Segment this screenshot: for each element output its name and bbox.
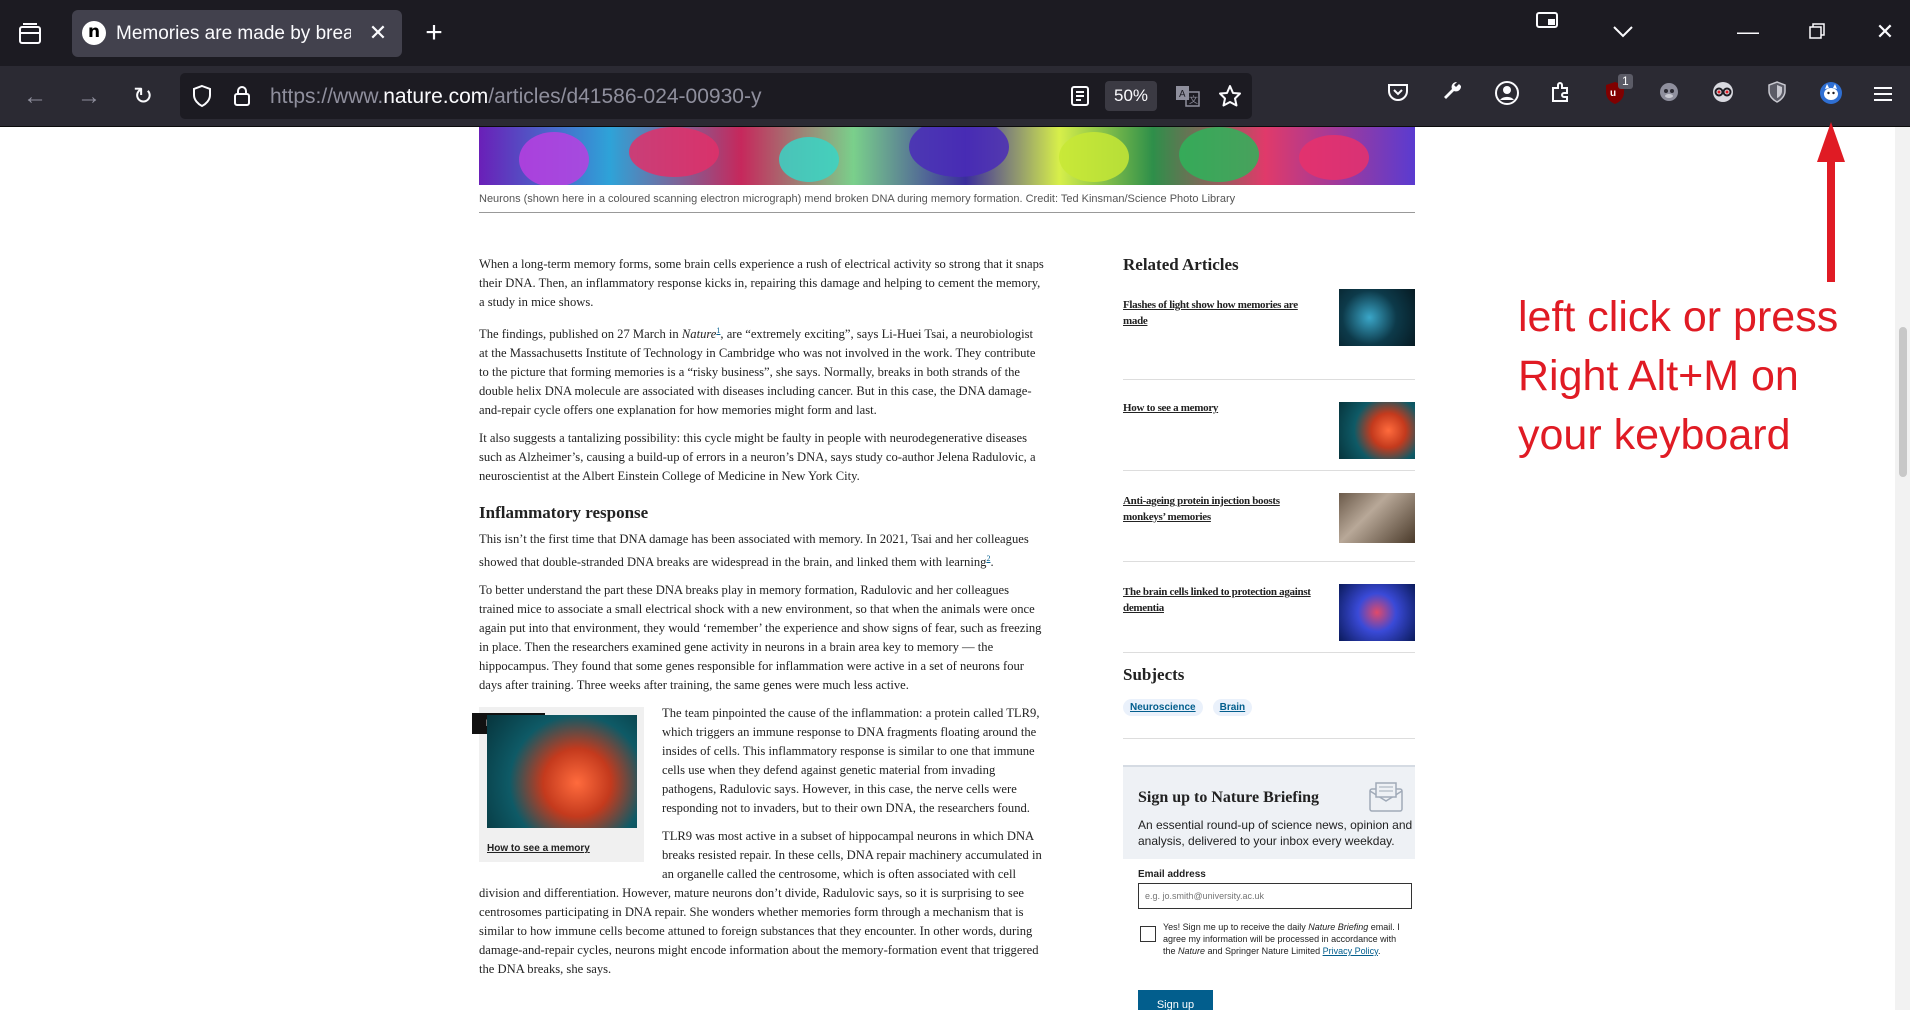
reload-icon[interactable]: ↻ bbox=[126, 80, 160, 114]
consent-part: Nature bbox=[1178, 946, 1206, 956]
neurons-hero-image bbox=[479, 127, 1415, 185]
restore-window-icon[interactable] bbox=[1797, 12, 1837, 52]
new-tab-icon[interactable]: + bbox=[418, 18, 450, 50]
related-article-thumbnail[interactable] bbox=[1339, 289, 1415, 346]
sign-up-button[interactable]: Sign up bbox=[1138, 990, 1213, 1010]
paragraph-text: . bbox=[990, 555, 994, 570]
briefing-form: Email address Yes! Sign me up to receive… bbox=[1123, 859, 1415, 1010]
subject-chip-neuroscience[interactable]: Neuroscience bbox=[1123, 699, 1203, 716]
email-label: Email address bbox=[1138, 869, 1206, 880]
subjects-heading: Subjects bbox=[1123, 665, 1185, 684]
privacy-policy-link[interactable]: Privacy Policy bbox=[1323, 946, 1378, 956]
related-article-item[interactable]: Flashes of light show how memories are m… bbox=[1123, 289, 1415, 380]
section-heading: Inflammatory response bbox=[479, 503, 649, 523]
ublock-origin-icon[interactable]: u 1 bbox=[1598, 74, 1633, 114]
bookmark-star-icon[interactable] bbox=[1218, 84, 1242, 108]
related-article-thumbnail[interactable] bbox=[1339, 493, 1415, 543]
pocket-icon[interactable] bbox=[1381, 80, 1415, 114]
newsletter-envelope-icon bbox=[1368, 781, 1404, 818]
tab-title: Memories are made by breaking DNA — and … bbox=[116, 23, 351, 44]
url-prefix: https://www. bbox=[270, 85, 384, 108]
related-article-link[interactable]: How to see a memory bbox=[1123, 400, 1323, 416]
annotation-instruction-text: left click or press Right Alt+M on your … bbox=[1518, 293, 1839, 459]
email-input[interactable] bbox=[1138, 883, 1412, 909]
paragraph-text: This isn’t the first time that DNA damag… bbox=[479, 532, 1029, 570]
article-paragraph: The findings, published on 27 March in N… bbox=[479, 321, 1044, 420]
tracking-protection-shield-icon[interactable] bbox=[190, 84, 214, 108]
cat-extension-icon[interactable] bbox=[1814, 80, 1848, 114]
consent-text: Yes! Sign me up to receive the daily Nat… bbox=[1163, 921, 1403, 957]
article-paragraph: It also suggests a tantalizing possibili… bbox=[479, 431, 1036, 484]
article-body: When a long-term memory forms, some brai… bbox=[472, 255, 1044, 988]
reader-view-icon[interactable] bbox=[1068, 84, 1092, 108]
article-paragraph: When a long-term memory forms, some brai… bbox=[479, 257, 1044, 309]
subject-chip-brain[interactable]: Brain bbox=[1212, 699, 1253, 716]
svg-text:文: 文 bbox=[1189, 94, 1198, 106]
paragraph-text: The findings, published on 27 March in bbox=[479, 327, 682, 342]
related-article-thumbnail[interactable] bbox=[1339, 584, 1415, 641]
subjects-list: Neuroscience Brain bbox=[1123, 697, 1415, 739]
url-path: /articles/d41586-024-00930-y bbox=[488, 85, 762, 108]
journal-name: Nature bbox=[681, 327, 717, 342]
url-domain: nature.com bbox=[383, 85, 489, 108]
navigation-toolbar: ← → ↻ https://www.nature.com/articles/d4… bbox=[0, 66, 1910, 127]
nature-briefing-signup: Sign up to Nature Briefing An essential … bbox=[1123, 765, 1415, 1010]
close-tab-icon[interactable]: ✕ bbox=[365, 20, 391, 46]
url-text[interactable]: https://www.nature.com/articles/d41586-0… bbox=[270, 85, 761, 109]
zoom-level-button[interactable]: 50% bbox=[1105, 81, 1157, 111]
related-article-link[interactable]: The brain cells linked to protection aga… bbox=[1123, 584, 1323, 616]
svg-text:u: u bbox=[1610, 88, 1616, 99]
forward-arrow-icon[interactable]: → bbox=[72, 80, 106, 114]
ublock-badge: 1 bbox=[1618, 74, 1633, 89]
picture-in-picture-icon[interactable] bbox=[1528, 4, 1568, 44]
translate-icon[interactable]: A文 bbox=[1175, 84, 1203, 108]
back-arrow-icon[interactable]: ← bbox=[18, 80, 52, 114]
consent-part: and Springer Nature Limited bbox=[1205, 946, 1323, 956]
consent-part: . bbox=[1377, 946, 1381, 956]
consent-checkbox[interactable] bbox=[1140, 926, 1156, 942]
scrollbar-thumb[interactable] bbox=[1899, 327, 1907, 477]
related-article-item[interactable]: The brain cells linked to protection aga… bbox=[1123, 562, 1415, 653]
list-all-tabs-chevron-icon[interactable] bbox=[1603, 12, 1643, 52]
lock-icon[interactable] bbox=[230, 84, 254, 108]
monkey-extension-icon[interactable] bbox=[1652, 80, 1686, 114]
caption-divider bbox=[479, 212, 1415, 213]
consent-part: Yes! Sign me up to receive the daily bbox=[1163, 922, 1309, 932]
nature-favicon-icon: n bbox=[82, 21, 106, 45]
related-article-item[interactable]: How to see a memory bbox=[1123, 380, 1415, 471]
related-article-thumbnail[interactable] bbox=[1339, 402, 1415, 459]
tab-list-icon[interactable] bbox=[14, 18, 46, 50]
related-article-item[interactable]: Anti-ageing protein injection boosts mon… bbox=[1123, 471, 1415, 562]
sidebar: Related Articles Flashes of light show h… bbox=[1123, 255, 1415, 739]
article-paragraph: To better understand the part these DNA … bbox=[479, 583, 1042, 693]
close-window-icon[interactable]: ✕ bbox=[1865, 12, 1905, 52]
svg-text:A: A bbox=[1179, 89, 1186, 100]
article-paragraph: This isn’t the first time that DNA damag… bbox=[479, 530, 1044, 572]
glasses-extension-icon[interactable] bbox=[1706, 80, 1740, 114]
hamburger-menu-icon[interactable] bbox=[1866, 80, 1900, 114]
tab-bar: n Memories are made by breaking DNA — an… bbox=[0, 0, 1910, 66]
privacy-shield-extension-icon[interactable] bbox=[1760, 80, 1794, 114]
related-article-image[interactable] bbox=[487, 715, 637, 829]
related-articles-heading: Related Articles bbox=[1123, 255, 1239, 274]
related-article-card[interactable]: RELATED How to see a memory bbox=[472, 707, 644, 863]
web-page: Neurons (shown here in a coloured scanni… bbox=[0, 127, 1910, 1010]
active-tab[interactable]: n Memories are made by breaking DNA — an… bbox=[72, 10, 402, 57]
briefing-title: Sign up to Nature Briefing bbox=[1138, 789, 1320, 806]
wrench-icon[interactable] bbox=[1436, 80, 1470, 114]
consent-part: Nature Briefing bbox=[1308, 922, 1369, 932]
red-annotation-arrow bbox=[1817, 122, 1845, 282]
briefing-description: An essential round-up of science news, o… bbox=[1138, 818, 1413, 848]
related-article-link[interactable]: Flashes of light show how memories are m… bbox=[1123, 297, 1323, 329]
url-bar[interactable]: https://www.nature.com/articles/d41586-0… bbox=[180, 73, 1252, 119]
figure-caption: Neurons (shown here in a coloured scanni… bbox=[479, 193, 1236, 205]
extensions-puzzle-icon[interactable] bbox=[1544, 80, 1578, 114]
account-icon[interactable] bbox=[1490, 80, 1524, 114]
minimize-window-icon[interactable]: — bbox=[1728, 12, 1768, 52]
related-article-link[interactable]: How to see a memory bbox=[487, 839, 590, 858]
related-article-link[interactable]: Anti-ageing protein injection boosts mon… bbox=[1123, 493, 1323, 525]
page-scrollbar[interactable] bbox=[1895, 127, 1910, 1010]
